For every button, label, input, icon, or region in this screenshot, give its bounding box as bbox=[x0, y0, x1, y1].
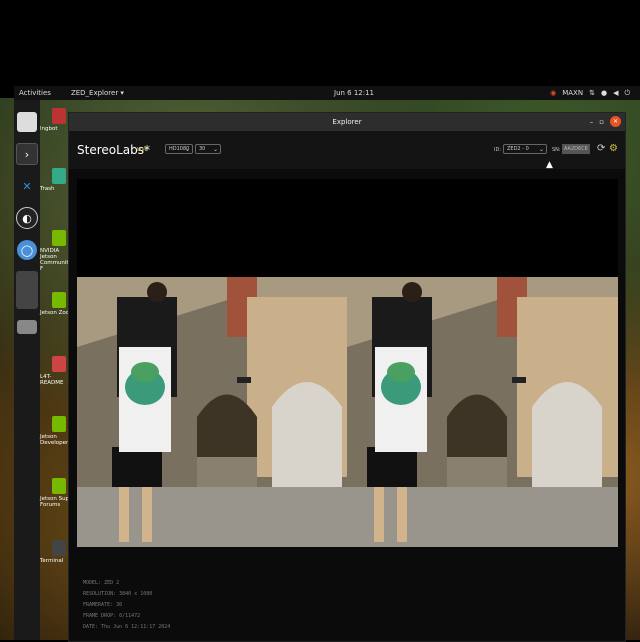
files-icon[interactable] bbox=[17, 112, 37, 132]
vscode-icon[interactable]: ✕ bbox=[17, 176, 37, 196]
terminal-icon[interactable]: › bbox=[16, 143, 38, 165]
camera-id-select[interactable]: ZED2 - 0 ⌄ bbox=[503, 144, 547, 154]
nvidia-icon[interactable]: ◉ bbox=[550, 89, 556, 97]
chevron-down-icon: ⌄ bbox=[184, 145, 190, 153]
desktop-file-icon bbox=[52, 478, 66, 494]
chromium-icon[interactable]: ◯ bbox=[17, 240, 37, 260]
mouse-cursor-icon: ▲ bbox=[546, 160, 553, 170]
desktop-file-icon bbox=[52, 292, 66, 308]
serial-number-field: AA2D6C6 bbox=[562, 144, 590, 154]
network-icon[interactable]: ⇅ bbox=[589, 89, 595, 97]
zed-explorer-icon[interactable] bbox=[16, 271, 38, 309]
resolution-select[interactable]: HD1080 ⌄ bbox=[165, 144, 193, 154]
toolbar: StereoLabs* LIVE HD1080 ⌄ 30 ⌄ ID: ZED2 - … bbox=[69, 131, 625, 169]
obs-icon[interactable]: ◐ bbox=[16, 207, 38, 229]
power-icon[interactable]: ⏻ bbox=[624, 89, 630, 98]
activities-button[interactable]: Activities bbox=[19, 89, 51, 97]
microphone-icon[interactable]: ● bbox=[601, 89, 607, 97]
desktop-file-icon bbox=[52, 356, 66, 372]
minimize-icon[interactable]: – bbox=[590, 118, 594, 126]
desktop-file-icon bbox=[52, 540, 66, 556]
drive-icon[interactable] bbox=[17, 320, 37, 334]
desktop-file-icon bbox=[52, 416, 66, 432]
dock: › ✕ ◐ ◯ bbox=[14, 100, 40, 640]
date-info: DATE: Thu Jun 6 12:11:17 2024 bbox=[83, 624, 171, 630]
live-badge: LIVE bbox=[137, 147, 148, 153]
desktop-file-icon bbox=[52, 168, 66, 184]
explorer-window[interactable]: Explorer – ▫ ✕ StereoLabs* LIVE HD1080 ⌄ … bbox=[68, 112, 626, 642]
power-mode-label[interactable]: MAXN bbox=[562, 89, 583, 97]
framerate-info: FRAMERATE: 30 bbox=[83, 602, 123, 608]
stereo-viewer[interactable] bbox=[77, 179, 618, 547]
window-title: Explorer bbox=[332, 118, 362, 126]
chevron-down-icon: ⌄ bbox=[212, 145, 218, 153]
left-camera-frame bbox=[77, 277, 348, 547]
clock[interactable]: Jun 6 12:11 bbox=[334, 89, 374, 97]
settings-gear-icon[interactable]: ⚙ bbox=[609, 143, 618, 154]
camera-info-panel: MODEL: ZED 2 RESOLUTION: 3840 x 1080 FRA… bbox=[83, 578, 170, 633]
model-info: MODEL: ZED 2 bbox=[83, 580, 120, 586]
system-tray[interactable]: ◉ MAXN ⇅ ● ◀ ⏻ bbox=[550, 89, 630, 98]
fps-select[interactable]: 30 ⌄ bbox=[195, 144, 221, 154]
sn-label: SN: bbox=[552, 147, 561, 153]
fps-value: 30 bbox=[199, 146, 206, 152]
volume-icon[interactable]: ◀ bbox=[613, 89, 618, 97]
top-bar: Activities ZED_Explorer ▾ Jun 6 12:11 ◉ … bbox=[14, 86, 640, 100]
app-menu[interactable]: ZED_Explorer ▾ bbox=[71, 89, 124, 97]
serial-number-value: AA2D6C6 bbox=[564, 146, 588, 152]
resolution-info: RESOLUTION: 3840 x 1080 bbox=[83, 591, 153, 597]
desktop-file-icon bbox=[52, 230, 66, 246]
id-label: ID: bbox=[494, 147, 502, 153]
camera-id-value: ZED2 - 0 bbox=[507, 146, 529, 152]
right-camera-frame bbox=[347, 277, 618, 547]
desktop-file-icon bbox=[52, 108, 66, 124]
close-icon[interactable]: ✕ bbox=[610, 116, 621, 127]
rotate-icon[interactable]: ⟳ bbox=[597, 143, 605, 154]
chevron-down-icon: ⌄ bbox=[538, 145, 544, 153]
window-titlebar[interactable]: Explorer – ▫ ✕ bbox=[69, 113, 625, 131]
frame-drop-info: FRAME DROP: 0/11472 bbox=[83, 613, 141, 619]
maximize-icon[interactable]: ▫ bbox=[599, 118, 604, 126]
